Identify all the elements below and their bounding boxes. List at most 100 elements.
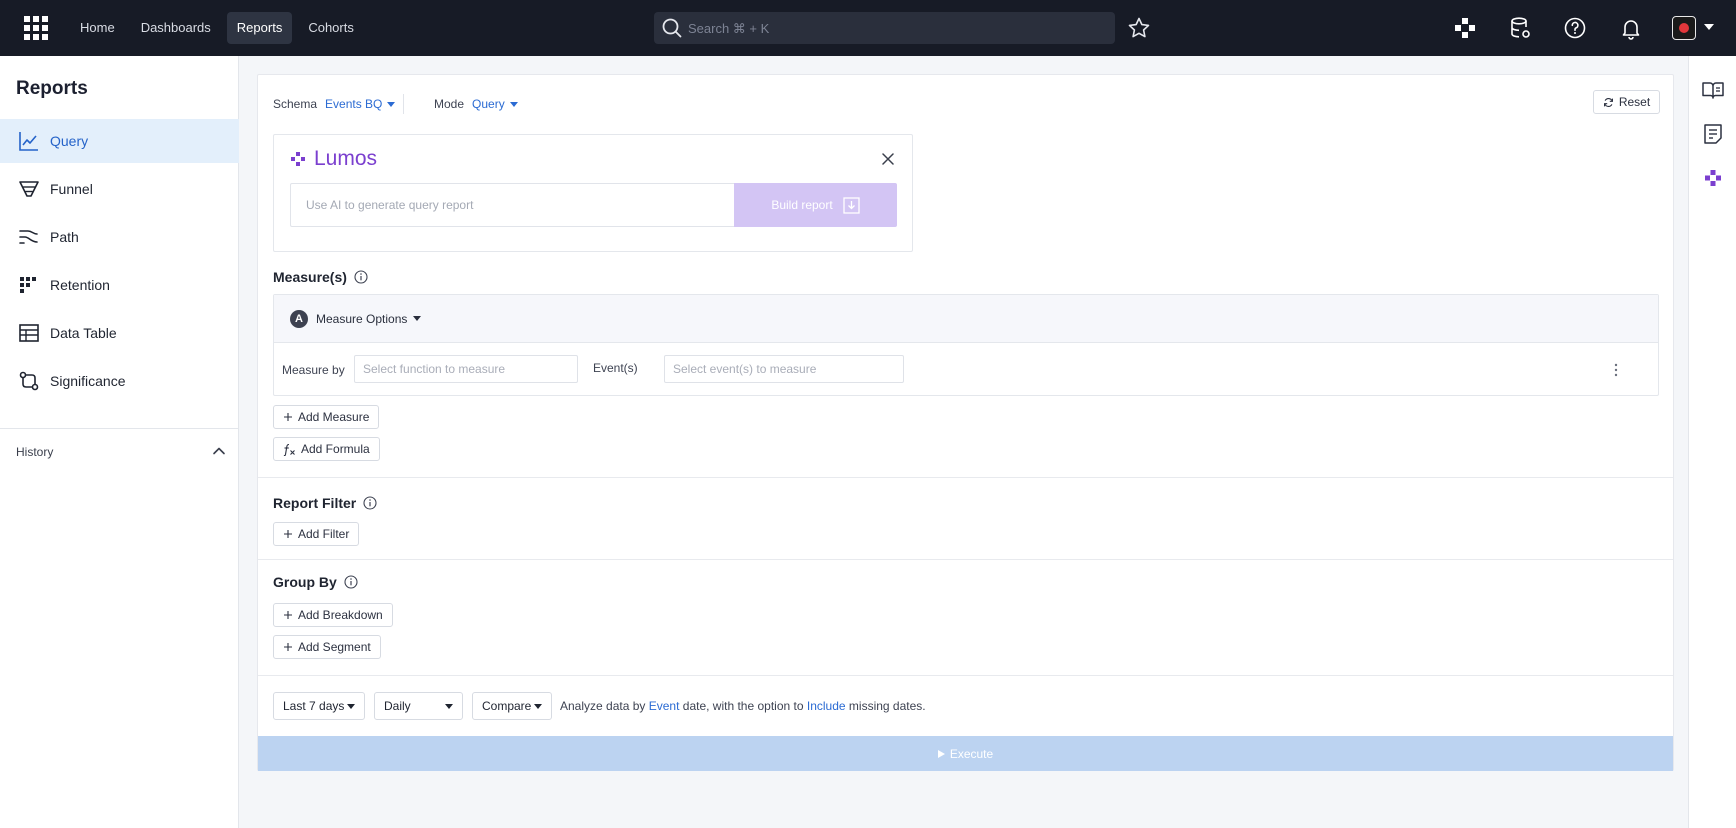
sidebar-item-data-table[interactable]: Data Table (0, 311, 239, 355)
sidebar-item-label: Query (50, 133, 89, 149)
add-segment-label: Add Segment (298, 640, 371, 654)
chevron-up-icon[interactable] (212, 444, 226, 458)
schema-label: Schema (273, 97, 318, 111)
interval-value: Daily (384, 699, 411, 713)
lumos-brand: Lumos (290, 147, 377, 171)
plus-icon (284, 413, 292, 421)
date-range-select[interactable]: Last 7 days (273, 692, 365, 720)
open-book-icon[interactable] (1701, 78, 1725, 102)
analyze-middle: date, with the option to (682, 699, 804, 713)
add-measure-label: Add Measure (298, 410, 370, 424)
notes-icon[interactable] (1701, 122, 1725, 146)
global-search[interactable] (654, 12, 1115, 44)
function-fx-icon (283, 443, 295, 456)
top-bar: Home Dashboards Reports Cohorts (0, 0, 1736, 56)
info-icon[interactable] (363, 496, 377, 510)
notification-bell-icon[interactable] (1619, 16, 1643, 40)
chevron-down-icon (445, 703, 453, 709)
add-formula-button[interactable]: Add Formula (273, 437, 380, 461)
mode-dropdown[interactable]: Query (472, 97, 518, 111)
lumos-sparkle-icon[interactable] (1453, 16, 1477, 40)
info-icon[interactable] (354, 270, 368, 284)
include-missing-link[interactable]: Include (807, 699, 846, 713)
schema-dropdown[interactable]: Events BQ (325, 97, 395, 111)
sidebar-item-retention[interactable]: Retention (0, 263, 239, 307)
play-icon (937, 749, 945, 758)
lumos-sparkle-icon (291, 152, 305, 166)
nav-dashboards[interactable]: Dashboards (131, 12, 221, 44)
execute-button[interactable]: Execute (258, 736, 1673, 771)
right-rail (1688, 56, 1736, 828)
sidebar-item-funnel[interactable]: Funnel (0, 167, 239, 211)
database-settings-icon[interactable] (1508, 16, 1532, 40)
reports-sidebar: Reports Query Funnel Path Retention Data… (0, 56, 239, 828)
plus-icon (284, 611, 292, 619)
group-by-section-title: Group By (273, 574, 358, 590)
sidebar-item-label: Funnel (50, 181, 93, 197)
sidebar-item-label: Data Table (50, 325, 117, 341)
table-icon (19, 324, 39, 342)
analyze-suffix: missing dates. (848, 699, 926, 713)
top-nav: Home Dashboards Reports Cohorts (70, 12, 364, 44)
favorite-star-icon[interactable] (1127, 16, 1151, 40)
add-segment-button[interactable]: Add Segment (273, 635, 381, 659)
add-filter-label: Add Filter (298, 527, 350, 541)
retention-grid-icon (20, 277, 36, 293)
report-filter-section-title: Report Filter (273, 495, 377, 511)
close-icon[interactable] (881, 152, 895, 166)
reset-button[interactable]: Reset (1593, 90, 1660, 114)
info-icon[interactable] (344, 575, 358, 589)
nav-reports[interactable]: Reports (226, 12, 293, 44)
help-icon[interactable] (1563, 16, 1587, 40)
date-range-value: Last 7 days (283, 699, 345, 713)
report-filter-title: Report Filter (273, 495, 357, 511)
measure-function-select[interactable] (354, 355, 578, 383)
interval-select[interactable]: Daily (374, 692, 463, 720)
path-icon (19, 230, 38, 244)
analyze-prefix: Analyze data by (560, 699, 646, 713)
sidebar-item-significance[interactable]: Significance (0, 359, 239, 403)
lumos-prompt-input[interactable] (290, 183, 734, 227)
search-icon (662, 18, 682, 38)
build-report-button[interactable]: Build report (734, 183, 897, 227)
search-input[interactable] (688, 20, 1088, 36)
section-divider (258, 559, 1673, 560)
significance-icon (19, 371, 39, 391)
history-label: History (16, 445, 54, 459)
reset-label: Reset (1618, 95, 1651, 109)
measure-by-label: Measure by (282, 363, 345, 377)
sidebar-item-label: Significance (50, 373, 126, 389)
events-select[interactable] (664, 355, 904, 383)
plus-icon (284, 530, 292, 538)
plus-icon (284, 643, 292, 651)
chevron-down-icon (347, 703, 355, 709)
account-menu-chevron-icon[interactable] (1704, 24, 1714, 30)
add-breakdown-label: Add Breakdown (298, 608, 383, 622)
nav-cohorts[interactable]: Cohorts (298, 12, 364, 44)
analyze-event-link[interactable]: Event (649, 699, 680, 713)
section-divider (258, 477, 1673, 478)
nav-home[interactable]: Home (70, 12, 125, 44)
lumos-sparkle-icon[interactable] (1701, 166, 1725, 190)
sidebar-item-path[interactable]: Path (0, 215, 239, 259)
sidebar-item-label: Path (50, 229, 79, 245)
more-options-icon[interactable] (1614, 363, 1618, 377)
app-logo-icon[interactable] (24, 16, 48, 40)
query-builder-card: Schema Events BQ Mode Query Reset Lumos … (257, 74, 1674, 771)
measures-section-title: Measure(s) (273, 269, 368, 285)
lumos-title: Lumos (314, 147, 378, 170)
add-measure-button[interactable]: Add Measure (273, 405, 380, 429)
compare-select[interactable]: Compare (472, 692, 552, 720)
add-filter-button[interactable]: Add Filter (273, 522, 360, 546)
lumos-ai-panel: Lumos Build report (273, 134, 913, 252)
add-breakdown-button[interactable]: Add Breakdown (273, 603, 393, 627)
avatar-badge-icon (1679, 23, 1689, 33)
measures-title: Measure(s) (273, 269, 347, 285)
measure-letter-badge: A (290, 309, 308, 328)
measure-header: A Measure Options (274, 295, 1658, 343)
sidebar-item-label: Retention (50, 277, 110, 293)
schema-selector: Schema Events BQ (273, 97, 395, 111)
measure-options-dropdown[interactable]: Measure Options (316, 312, 421, 326)
user-avatar[interactable] (1672, 16, 1696, 40)
sidebar-item-query[interactable]: Query (0, 119, 239, 163)
